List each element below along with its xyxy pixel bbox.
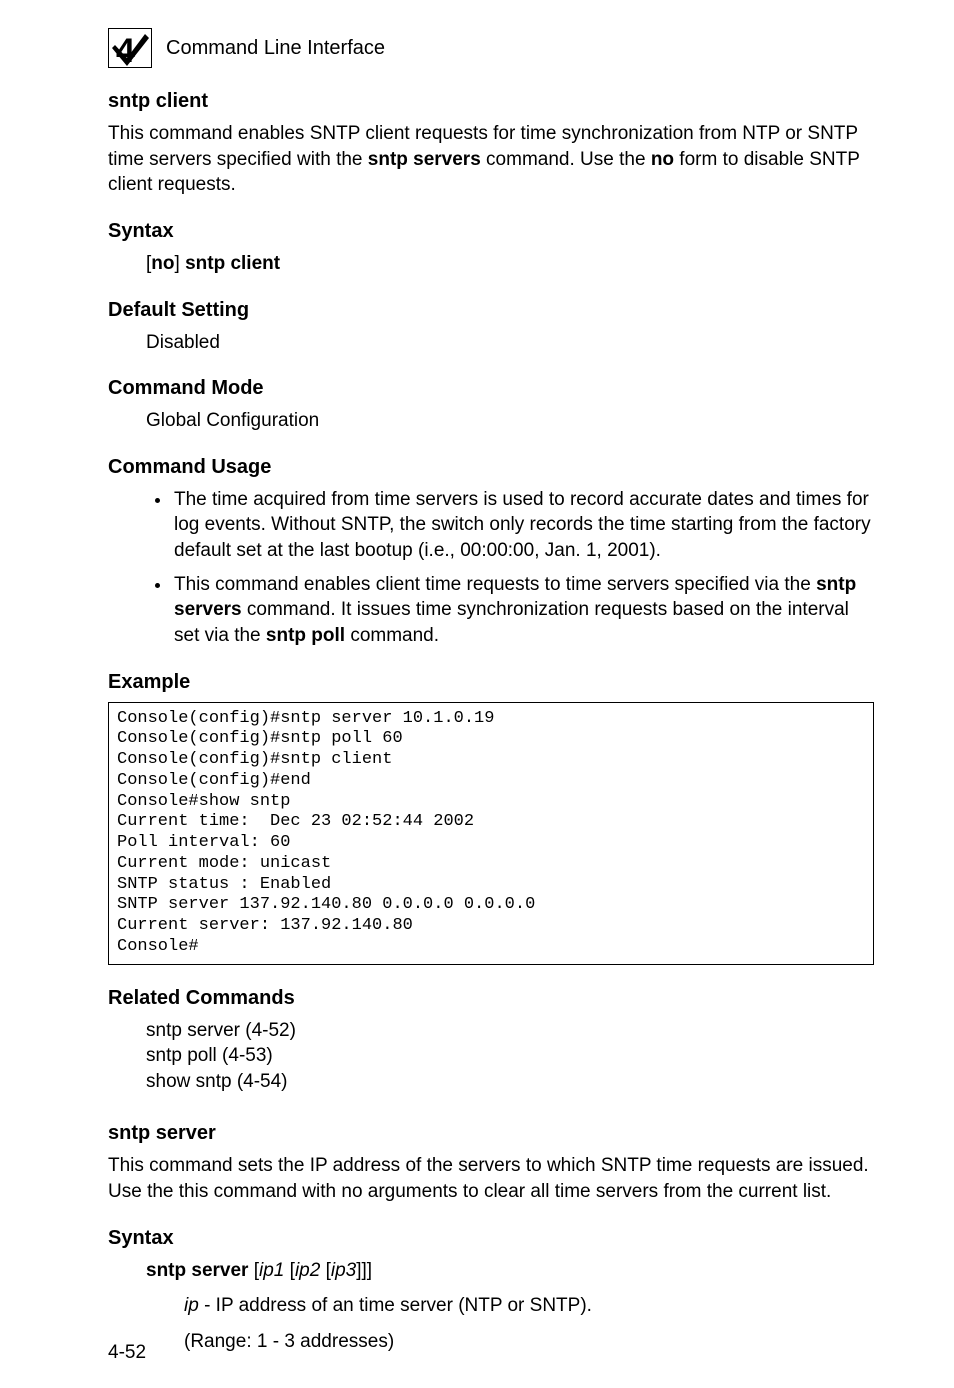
syntax-line-2: sntp server [ip1 [ip2 [ip3]]] — [108, 1258, 874, 1284]
page-number: 4-52 — [108, 1340, 146, 1366]
param-ip2: ip2 — [295, 1260, 320, 1281]
bracket-close: ] — [175, 253, 186, 274]
section-title-sntp-server: sntp server — [108, 1120, 874, 1147]
text: command. Use the — [481, 149, 651, 170]
related-commands-heading: Related Commands — [108, 985, 874, 1012]
param-ip: ip — [184, 1295, 199, 1316]
syntax-desc: ip - IP address of an time server (NTP o… — [108, 1293, 874, 1319]
command-mode-heading: Command Mode — [108, 375, 874, 402]
sntp-client-intro: This command enables SNTP client request… — [108, 121, 874, 198]
running-head-text: Command Line Interface — [166, 35, 385, 62]
usage-bullet-1: The time acquired from time servers is u… — [172, 487, 874, 564]
bracket: [ — [320, 1260, 331, 1281]
inline-cmd-sntp-servers: sntp servers — [368, 149, 481, 170]
text: command. — [345, 625, 439, 646]
text: This command enables client time request… — [174, 574, 816, 595]
related-line-2: sntp poll (4-53) — [146, 1043, 874, 1069]
bracket: [ — [284, 1260, 295, 1281]
keyword-sntp-server: sntp server — [146, 1260, 248, 1281]
param-ip1: ip1 — [259, 1260, 284, 1281]
related-commands-list: sntp server (4-52) sntp poll (4-53) show… — [108, 1018, 874, 1095]
syntax-line: [no] sntp client — [108, 251, 874, 277]
example-heading: Example — [108, 669, 874, 696]
syntax-range: (Range: 1 - 3 addresses) — [108, 1329, 874, 1355]
related-line-1: sntp server (4-52) — [146, 1018, 874, 1044]
text: - IP address of an time server (NTP or S… — [199, 1295, 592, 1316]
sntp-server-intro: This command sets the IP address of the … — [108, 1153, 874, 1204]
inline-cmd-sntp-poll: sntp poll — [266, 625, 345, 646]
running-header: 4 Command Line Interface — [108, 28, 874, 68]
usage-list: The time acquired from time servers is u… — [108, 487, 874, 649]
related-line-3: show sntp (4-54) — [146, 1069, 874, 1095]
keyword-sntp-client: sntp client — [185, 253, 280, 274]
syntax-heading-2: Syntax — [108, 1225, 874, 1252]
command-usage-heading: Command Usage — [108, 454, 874, 481]
syntax-heading: Syntax — [108, 218, 874, 245]
command-mode-value: Global Configuration — [108, 408, 874, 434]
bracket-close: ]]] — [356, 1260, 372, 1281]
keyword-no: no — [151, 253, 174, 274]
usage-bullet-2: This command enables client time request… — [172, 572, 874, 649]
section-title-sntp-client: sntp client — [108, 88, 874, 115]
default-setting-value: Disabled — [108, 330, 874, 356]
chapter-number-icon: 4 — [108, 28, 152, 68]
param-ip3: ip3 — [331, 1260, 356, 1281]
bracket: [ — [248, 1260, 259, 1281]
default-setting-heading: Default Setting — [108, 297, 874, 324]
svg-text:4: 4 — [116, 32, 135, 68]
inline-cmd-no: no — [651, 149, 674, 170]
example-code-block: Console(config)#sntp server 10.1.0.19 Co… — [108, 702, 874, 965]
